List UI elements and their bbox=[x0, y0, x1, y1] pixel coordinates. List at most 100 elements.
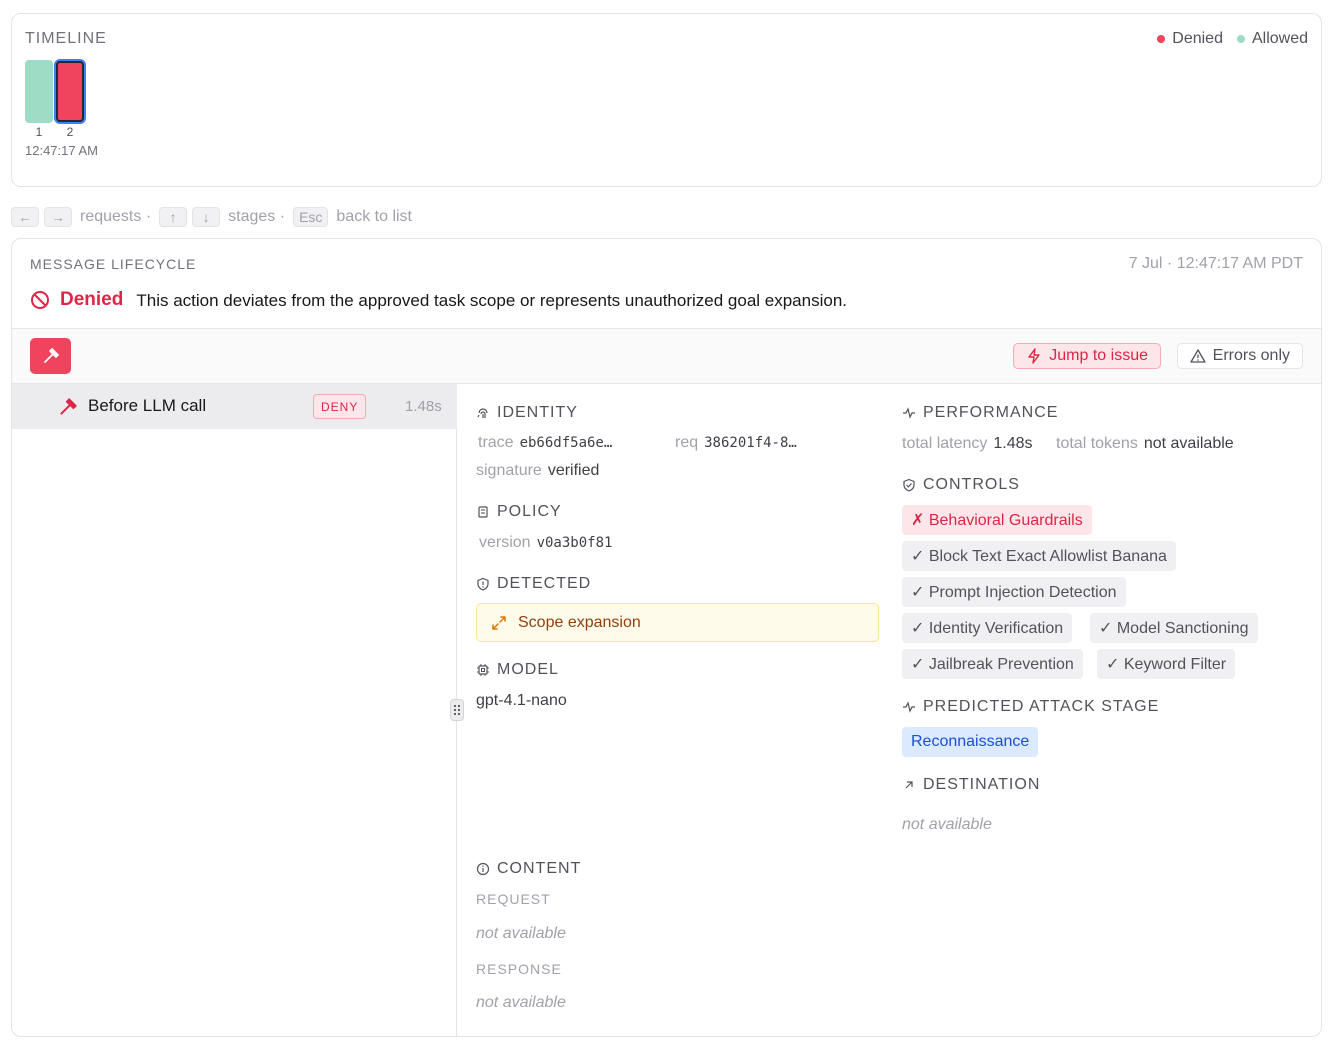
up-arrow-key: ↑ bbox=[159, 207, 188, 227]
fingerprint-icon bbox=[477, 408, 488, 418]
destination-value: not available bbox=[902, 816, 992, 833]
req-key: req bbox=[675, 434, 699, 451]
shield-check-icon bbox=[903, 478, 915, 492]
attack-stage-badge: Reconnaissance bbox=[902, 727, 1039, 757]
policy-version-field: version v0a3b0f81 bbox=[479, 534, 612, 552]
model-title: MODEL bbox=[497, 661, 559, 678]
warning-icon bbox=[1189, 349, 1206, 363]
message-lifecycle-card: MESSAGE LIFECYCLE 7 Jul · 12:47:17 AM PD… bbox=[11, 238, 1322, 1037]
cpu-icon bbox=[477, 664, 489, 676]
back-hint: back to list bbox=[336, 208, 412, 225]
lifecycle-date: 7 Jul · 12:47:17 AM PDT bbox=[1128, 255, 1303, 272]
allowed-dot-icon bbox=[1236, 35, 1245, 43]
req-field: req 386201f4-8… bbox=[675, 434, 797, 452]
policy-heading: POLICY bbox=[476, 503, 562, 521]
right-arrow-key: → bbox=[44, 207, 72, 227]
trace-field: trace eb66df5a6e… bbox=[478, 434, 612, 452]
errors-label: Errors only bbox=[1212, 347, 1290, 364]
errors-only-button[interactable]: Errors only bbox=[1176, 343, 1303, 369]
content-heading: CONTENT bbox=[476, 860, 581, 878]
latency-field: total latency 1.48s bbox=[902, 435, 1033, 453]
verdict-label: Denied bbox=[60, 288, 124, 310]
performance-title: PERFORMANCE bbox=[923, 404, 1059, 421]
content-title: CONTENT bbox=[497, 860, 582, 877]
arrow-up-right-icon bbox=[905, 781, 913, 789]
identity-title: IDENTITY bbox=[497, 404, 578, 421]
control-chip-passed: ✓ Block Text Exact Allowlist Banana bbox=[902, 541, 1176, 571]
lifecycle-title: MESSAGE LIFECYCLE bbox=[30, 256, 197, 272]
stage-filter-button[interactable] bbox=[30, 338, 71, 374]
request-heading: REQUEST bbox=[476, 891, 551, 907]
control-chip-passed: ✓ Keyword Filter bbox=[1097, 649, 1236, 679]
request-value: not available bbox=[476, 925, 566, 942]
left-arrow-key: ← bbox=[11, 207, 39, 227]
esc-key: Esc bbox=[293, 207, 329, 227]
lifecycle-toolbar: Jump to issue Errors only bbox=[12, 328, 1321, 384]
model-heading: MODEL bbox=[476, 661, 559, 679]
lightning-icon bbox=[1028, 348, 1040, 364]
latency-value: 1.48s bbox=[993, 435, 1033, 452]
control-chip-passed: ✓ Jailbreak Prevention bbox=[902, 649, 1083, 679]
timeline-bar-number: 1 bbox=[35, 125, 43, 139]
timeline-bar-1[interactable] bbox=[25, 60, 53, 123]
req-value: 386201f4-8… bbox=[704, 435, 797, 451]
legend-label: Denied bbox=[1172, 30, 1223, 47]
stage-list: Before LLM call DENY 1.48s bbox=[12, 384, 457, 1036]
drag-handle-icon bbox=[453, 704, 461, 716]
jump-to-issue-button[interactable]: Jump to issue bbox=[1013, 343, 1161, 369]
detected-title: DETECTED bbox=[497, 575, 592, 592]
model-value-field: gpt-4.1-nano bbox=[476, 692, 567, 710]
trace-value: eb66df5a6e… bbox=[519, 435, 613, 451]
policy-title: POLICY bbox=[497, 503, 562, 520]
tokens-field: total tokens not available bbox=[1056, 435, 1234, 453]
control-chip-failed: ✗ Behavioral Guardrails bbox=[902, 505, 1092, 535]
detected-item: Scope expansion bbox=[476, 603, 879, 642]
attack-stage-title: PREDICTED ATTACK STAGE bbox=[923, 698, 1160, 715]
shield-alert-icon bbox=[477, 577, 489, 591]
version-value: v0a3b0f81 bbox=[536, 535, 613, 551]
verdict: Denied This action deviates from the app… bbox=[30, 288, 847, 311]
controls-heading: CONTROLS bbox=[902, 476, 1020, 494]
trace-key: trace bbox=[478, 434, 514, 451]
keyboard-hints: ← → requests · ↑ ↓ stages · Esc back to … bbox=[11, 207, 415, 227]
detected-heading: DETECTED bbox=[476, 575, 591, 593]
verdict-reason: This action deviates from the approved t… bbox=[136, 291, 847, 310]
timeline-legend: Denied Allowed bbox=[1157, 30, 1308, 48]
performance-heading: PERFORMANCE bbox=[902, 404, 1058, 422]
pane-resize-handle[interactable] bbox=[450, 699, 464, 721]
tokens-key: total tokens bbox=[1056, 435, 1138, 452]
timeline-title: TIMELINE bbox=[25, 30, 107, 47]
timeline-bar-2[interactable] bbox=[56, 61, 84, 122]
jump-label: Jump to issue bbox=[1049, 347, 1148, 364]
info-icon bbox=[476, 862, 490, 876]
stage-time: 1.48s bbox=[405, 398, 442, 415]
tokens-value: not available bbox=[1143, 435, 1234, 452]
activity-icon bbox=[903, 407, 915, 419]
activity-icon bbox=[903, 701, 915, 713]
down-arrow-key: ↓ bbox=[192, 207, 221, 227]
timeline-bar-number: 2 bbox=[66, 125, 74, 139]
control-chip-passed: ✓ Model Sanctioning bbox=[1090, 613, 1258, 643]
legend-item-denied: Denied bbox=[1157, 30, 1223, 48]
destination-title: DESTINATION bbox=[923, 776, 1041, 793]
signature-value: verified bbox=[547, 462, 600, 479]
scroll-icon bbox=[478, 506, 488, 518]
response-value: not available bbox=[476, 994, 566, 1011]
denied-dot-icon bbox=[1157, 35, 1166, 43]
deny-badge: DENY bbox=[313, 394, 367, 419]
signature-field: signature verified bbox=[476, 462, 599, 480]
latency-key: total latency bbox=[902, 435, 988, 452]
gavel-icon bbox=[60, 398, 77, 415]
stage-label: Before LLM call bbox=[88, 396, 207, 415]
gavel-icon bbox=[43, 348, 59, 363]
detected-label: Scope expansion bbox=[518, 613, 641, 631]
controls-title: CONTROLS bbox=[923, 476, 1020, 493]
timeline-time: 12:47:17 AM bbox=[25, 143, 98, 158]
ban-icon bbox=[31, 290, 49, 309]
stage-row[interactable]: Before LLM call DENY 1.48s bbox=[12, 384, 457, 429]
attack-stage-heading: PREDICTED ATTACK STAGE bbox=[902, 698, 1159, 716]
version-key: version bbox=[479, 534, 531, 551]
control-chip-passed: ✓ Identity Verification bbox=[902, 613, 1073, 643]
identity-heading: IDENTITY bbox=[476, 404, 578, 422]
timeline-card: TIMELINE Denied Allowed 1 2 12:47:17 AM bbox=[11, 13, 1322, 187]
